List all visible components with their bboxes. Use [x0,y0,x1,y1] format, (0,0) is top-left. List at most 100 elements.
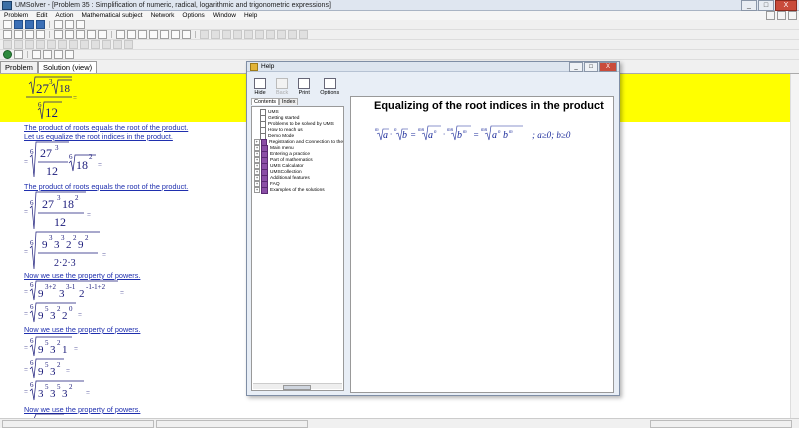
help-icon [250,62,258,71]
help-maximize-button[interactable]: □ [584,62,598,72]
tool-icon-21[interactable] [244,30,253,39]
svg-text:6: 6 [69,153,73,161]
func-icon-9[interactable] [91,40,100,49]
web-icon[interactable] [36,20,45,29]
tool-icon-1[interactable] [3,30,12,39]
save-icon[interactable] [14,20,23,29]
tool-icon-18[interactable] [211,30,220,39]
func-icon-10[interactable] [102,40,111,49]
print-button[interactable]: Print [298,78,311,96]
new-icon[interactable] [3,20,12,29]
svg-text:=: = [24,344,28,352]
mdi-minimize-icon[interactable] [766,11,775,20]
tool-icon-15[interactable] [171,30,180,39]
equation-5: = 6 9 3+2 3 3-1 2 -1-1+2 = [24,280,124,301]
tool-icon-12[interactable] [138,30,147,39]
help-minimize-button[interactable]: _ [569,62,583,72]
tool-icon-25[interactable] [288,30,297,39]
func-icon-4[interactable] [36,40,45,49]
svg-text:=: = [24,310,28,318]
svg-text:b: b [457,130,462,141]
play-icon[interactable] [32,50,41,59]
back-label: Back [276,90,289,96]
svg-text:0: 0 [69,305,73,313]
tool-icon-19[interactable] [222,30,231,39]
svg-text:=: = [120,289,124,297]
menu-network[interactable]: Network [147,12,179,19]
func-icon-3[interactable] [25,40,34,49]
minimize-button[interactable]: _ [741,0,757,11]
tool-icon-3[interactable] [25,30,34,39]
tool-icon-20[interactable] [233,30,242,39]
tool-icon-17[interactable] [200,30,209,39]
menu-mathematical-subject[interactable]: Mathematical subject [78,12,147,19]
tool-icon-16[interactable] [182,30,191,39]
func-icon-2[interactable] [14,40,23,49]
hide-button[interactable]: Hide [254,78,266,96]
svg-text:27: 27 [36,81,50,96]
func-icon-1[interactable] [3,40,12,49]
svg-text:12: 12 [46,164,58,178]
scrollbar-thumb[interactable] [283,385,311,390]
func-icon-7[interactable] [69,40,78,49]
options-label: Options [320,90,340,96]
func-icon-8[interactable] [80,40,89,49]
vertical-scrollbar[interactable] [790,74,799,419]
app-icon [2,0,12,10]
tool-icon-22[interactable] [255,30,264,39]
func-icon-6[interactable] [58,40,67,49]
maximize-button[interactable]: □ [758,0,774,11]
tree-item[interactable]: + Examples of the solutions [252,186,343,194]
svg-text:a: a [383,130,388,141]
tool-icon-9[interactable] [98,30,107,39]
stop-icon[interactable] [14,50,23,59]
svg-text:1: 1 [62,344,68,356]
func-icon-11[interactable] [113,40,122,49]
func-icon-5[interactable] [47,40,56,49]
help-heading: Equalizing of the root indices in the pr… [374,100,604,112]
tab-index[interactable]: Index [279,98,299,105]
tab-problem[interactable]: Problem [0,61,38,73]
paste-icon[interactable] [76,20,85,29]
tool-icon-23[interactable] [266,30,275,39]
mdi-close-icon[interactable] [788,11,797,20]
tool-icon-26[interactable] [299,30,308,39]
tree-item-label: Main menu [270,145,294,151]
svg-text:3: 3 [55,144,59,152]
tool-icon-5[interactable] [54,30,63,39]
options-button[interactable]: Options [320,78,339,96]
solve-icon[interactable] [3,50,12,59]
tool-icon-10[interactable] [116,30,125,39]
tool-icon-14[interactable] [160,30,169,39]
copy-icon[interactable] [65,20,74,29]
stop-square-icon[interactable] [43,50,52,59]
tool-icon-4[interactable] [36,30,45,39]
tree-horizontal-scrollbar[interactable] [253,383,342,390]
tool-icon-13[interactable] [149,30,158,39]
tool-icon-6[interactable] [65,30,74,39]
menu-edit[interactable]: Edit [32,12,51,19]
mdi-restore-icon[interactable] [777,11,786,20]
word-icon[interactable] [25,20,34,29]
svg-text:3: 3 [50,344,56,356]
menu-options[interactable]: Options [178,12,208,19]
menu-window[interactable]: Window [209,12,240,19]
tool-icon-8[interactable] [87,30,96,39]
menu-problem[interactable]: Problem [0,12,32,19]
expand-icon[interactable]: + [254,187,260,193]
tool-icon-7[interactable] [76,30,85,39]
menu-help[interactable]: Help [240,12,261,19]
func-icon-12[interactable] [124,40,133,49]
close-button[interactable]: X [775,0,797,11]
back-button[interactable]: Back [276,78,288,96]
help-close-button[interactable]: X [599,62,617,72]
pause-icon[interactable] [54,50,63,59]
tool-icon-2[interactable] [14,30,23,39]
tool-icon-24[interactable] [277,30,286,39]
menu-action[interactable]: Action [51,12,77,19]
cut-icon[interactable] [54,20,63,29]
tab-solution-view[interactable]: Solution (view) [37,61,98,73]
tool-icon-11[interactable] [127,30,136,39]
step-forward-icon[interactable] [65,50,74,59]
tab-contents[interactable]: Contents [251,98,280,105]
